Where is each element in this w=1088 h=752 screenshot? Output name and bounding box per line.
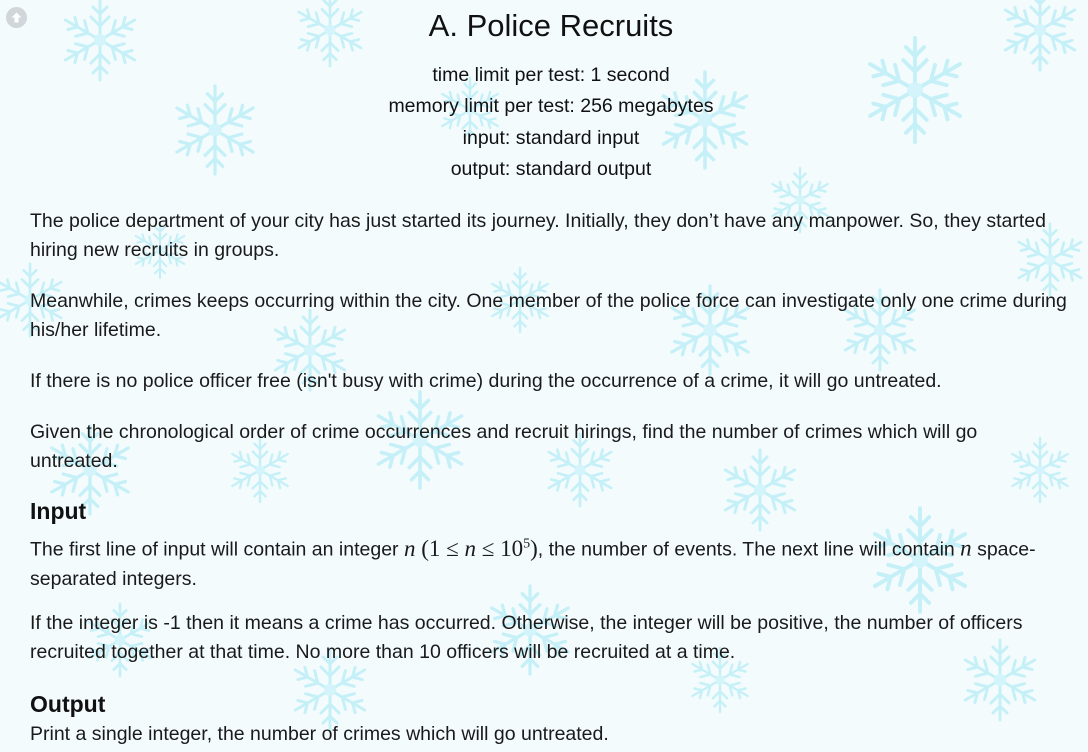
math-segment: (1 ≤ (421, 535, 465, 561)
math-segment: ) (530, 535, 538, 561)
math-n: n (960, 536, 972, 561)
statement-paragraph-3: If there is no police officer free (isn'… (30, 370, 942, 392)
output-paragraph-1: Print a single integer, the number of cr… (30, 723, 609, 745)
text-segment: , the number of events. The next line wi… (537, 538, 961, 561)
output-heading: Output (30, 691, 106, 717)
output-spec: output: standard output (450, 158, 652, 180)
input-heading: Input (30, 498, 87, 524)
text-segment: The first line of input will contain an … (30, 538, 404, 561)
math-segment: ≤ 10 (476, 535, 524, 561)
statement-paragraph-2: Meanwhile, crimes keeps occurring within… (30, 290, 1067, 341)
memory-limit: memory limit per test: 256 megabytes (388, 95, 714, 117)
statement-paragraph-4: Given the chronological order of crime o… (30, 421, 978, 472)
math-var: n (403, 535, 416, 561)
time-limit: time limit per test: 1 second (432, 64, 670, 86)
statement-paragraph-1: The police department of your city has j… (30, 210, 1046, 261)
arrow-up-icon (11, 12, 22, 23)
problem-title: A. Police Recruits (428, 8, 674, 43)
math-var: n (464, 535, 477, 561)
input-paragraph-2: If the integer is -1 then it means a cri… (30, 612, 1023, 663)
scroll-up-icon[interactable] (6, 7, 27, 28)
math-var: n (960, 535, 972, 561)
math-n: n (1 ≤ n ≤ 105) (404, 536, 538, 561)
input-paragraph-1: The first line of input will contain an … (30, 529, 1070, 594)
input-spec: input: standard input (462, 127, 640, 149)
